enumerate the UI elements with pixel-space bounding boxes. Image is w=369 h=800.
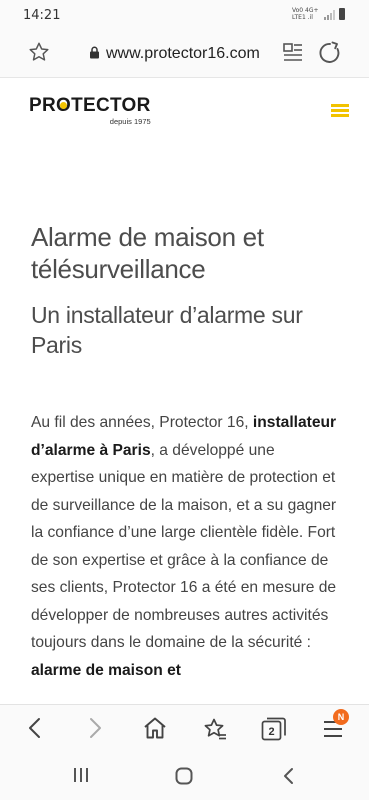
back-icon[interactable]: [27, 717, 43, 739]
logo-wordmark: PROTECTOR: [29, 95, 151, 116]
tabs-button[interactable]: 2: [261, 717, 287, 741]
logo-dot-icon: [60, 102, 67, 109]
page-title: Alarme de maison et télésurveillance: [31, 222, 264, 284]
reader-mode-icon[interactable]: [283, 42, 303, 64]
system-back-icon[interactable]: [282, 767, 294, 785]
network-indicator: Vo0 4G+ LTE1 .il: [292, 7, 322, 21]
menu-new-badge: N: [333, 709, 349, 725]
bold-text-alarm: alarme de maison et: [31, 661, 181, 679]
status-bar: 14:21 Vo0 4G+ LTE1 .il: [0, 0, 369, 30]
logo-tagline: depuis 1975: [109, 117, 151, 126]
signal-icon: [324, 10, 335, 20]
battery-icon: [339, 8, 345, 20]
url-field[interactable]: www.protector16.com: [106, 45, 260, 63]
reload-icon[interactable]: [318, 41, 342, 65]
site-header: PROTECTOR depuis 1975: [0, 78, 369, 148]
tab-count: 2: [268, 726, 275, 738]
page-subtitle: Un installateur d’alarme sur Paris: [31, 302, 303, 358]
bookmark-star-icon[interactable]: [28, 41, 50, 63]
network-line-2: LTE1 .il: [292, 14, 313, 21]
bookmarks-icon[interactable]: [203, 717, 227, 741]
forward-icon[interactable]: [87, 717, 103, 739]
hamburger-menu-icon[interactable]: [331, 104, 349, 118]
browser-toolbar: 2 N: [0, 704, 369, 752]
home-icon[interactable]: [143, 717, 167, 739]
system-home-icon[interactable]: [175, 767, 193, 785]
network-line-1: Vo0 4G+: [292, 7, 319, 14]
system-nav-bar: [0, 752, 369, 800]
protector-logo[interactable]: PROTECTOR depuis 1975: [29, 95, 151, 126]
recent-apps-icon[interactable]: [72, 767, 90, 783]
lock-icon: [90, 46, 99, 59]
status-time: 14:21: [23, 8, 61, 23]
address-bar: www.protector16.com: [0, 30, 369, 78]
intro-paragraph: Au fil des années, Protector 16, install…: [31, 414, 337, 679]
